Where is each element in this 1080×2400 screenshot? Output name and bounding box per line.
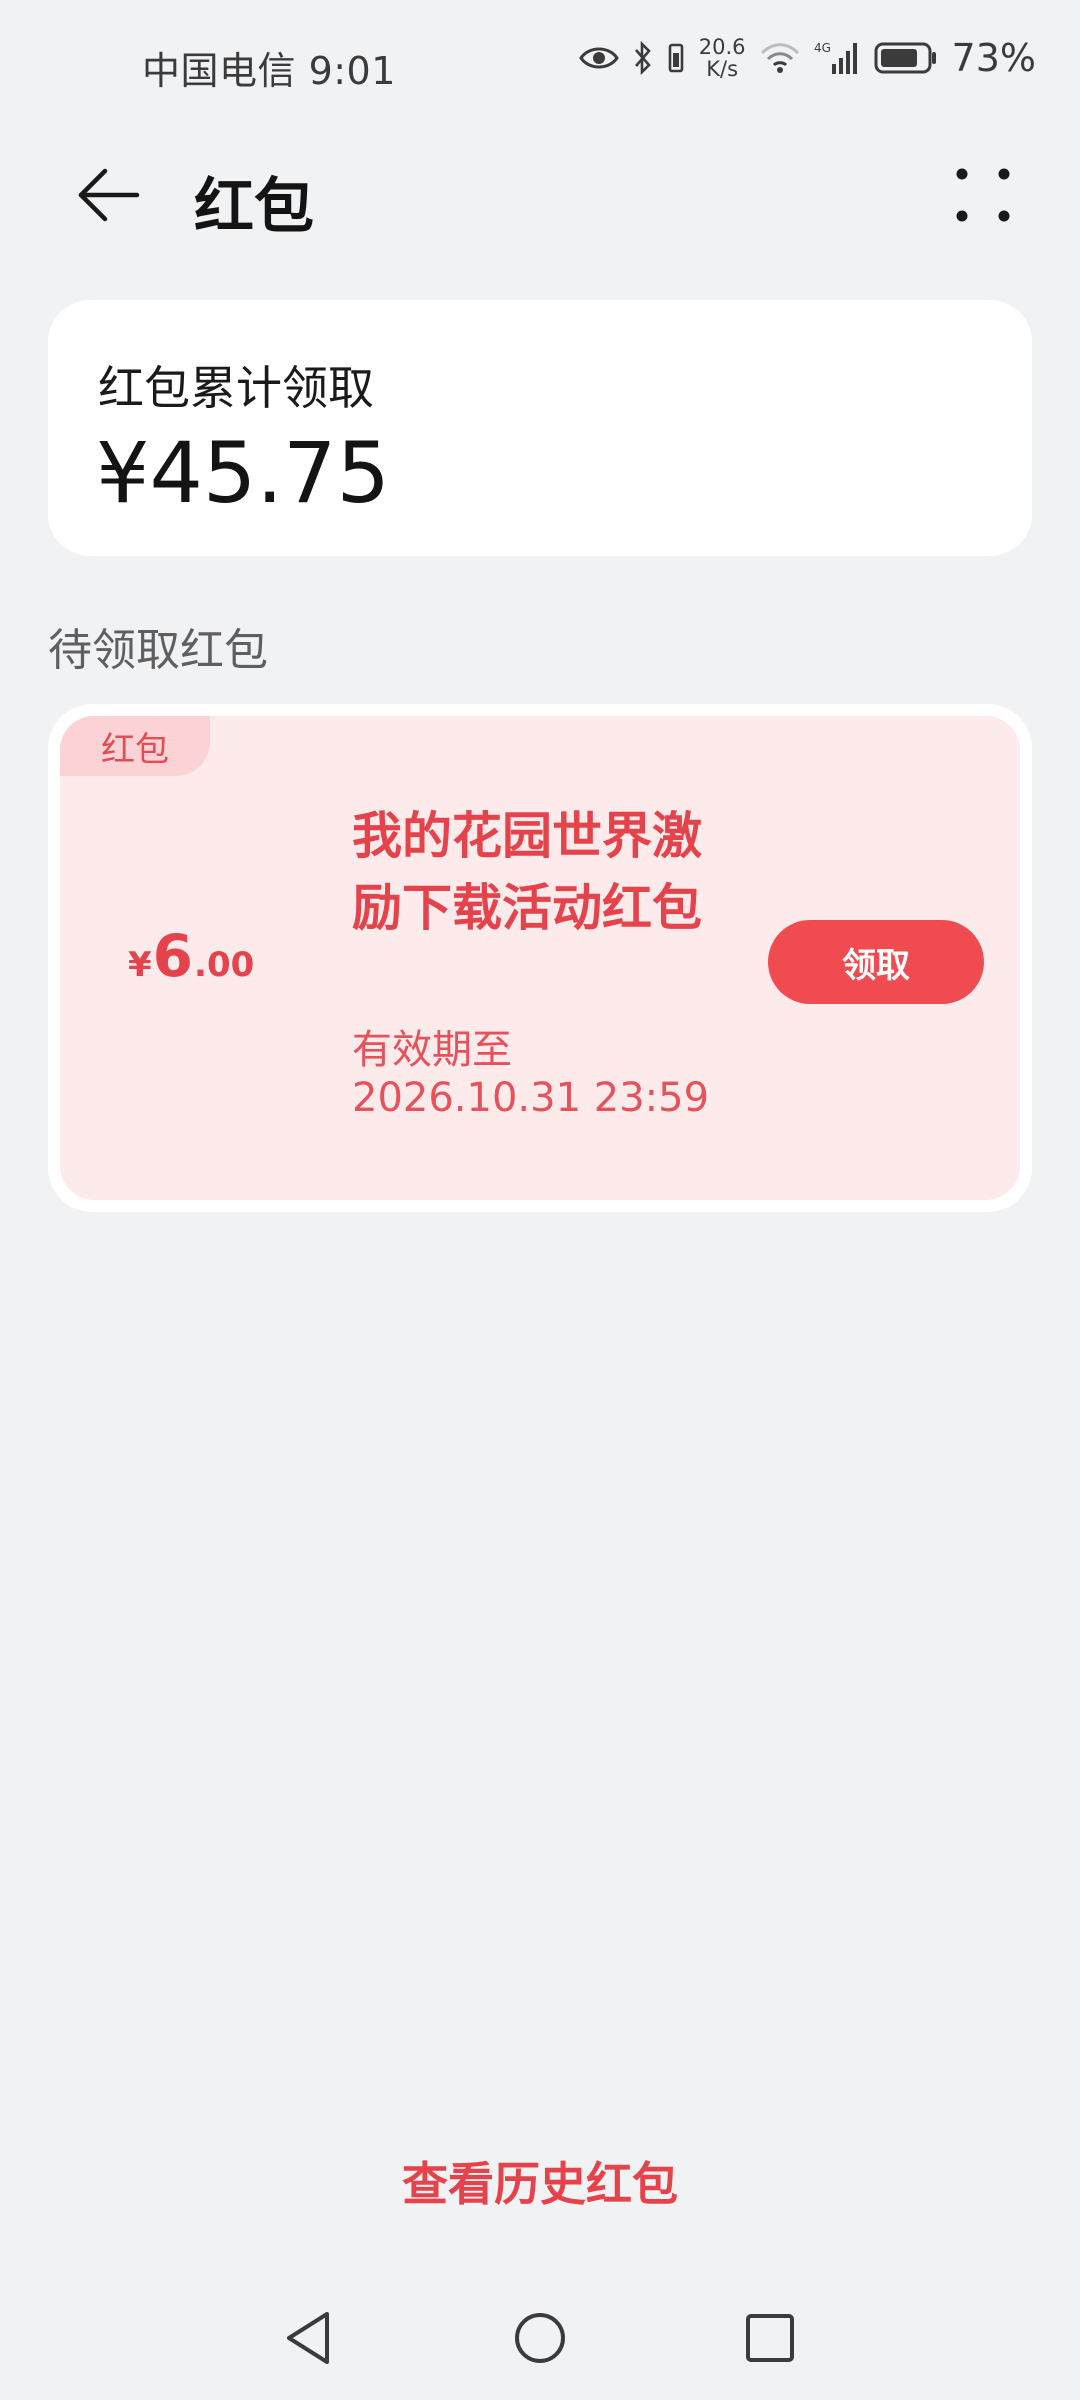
page-title: 红包 — [194, 172, 314, 242]
app-header: 红包 — [0, 140, 1080, 250]
nav-back-button[interactable] — [278, 2310, 338, 2370]
more-options-button[interactable] — [948, 160, 1018, 232]
red-packet-body: 红包 ¥ 6 .00 我的花园世界激励下载活动红包 有效期至 2026.10.3… — [60, 716, 1020, 1200]
vibrate-icon — [667, 41, 685, 75]
bluetooth-icon — [633, 41, 653, 75]
packet-amount: ¥ 6 .00 — [128, 922, 254, 990]
nav-home-button[interactable] — [510, 2310, 570, 2370]
view-history-link[interactable]: 查看历史红包 — [0, 2148, 1080, 2214]
signal-icon: 4G — [814, 40, 860, 76]
net-speed-unit: K/s — [706, 57, 739, 81]
amount-decimal: .00 — [194, 945, 255, 985]
packet-type-tag: 红包 — [60, 716, 210, 776]
eye-icon — [578, 45, 619, 71]
nav-recents-icon — [744, 2312, 796, 2368]
status-bar: 中国电信 9:01 20.6 K/s 4G 73% — [0, 0, 1080, 130]
total-received-amount: ¥45.75 — [96, 424, 390, 522]
red-packet-card: 红包 ¥ 6 .00 我的花园世界激励下载活动红包 有效期至 2026.10.3… — [48, 704, 1032, 1212]
status-icons: 20.6 K/s 4G 73% — [578, 36, 1036, 80]
carrier-time: 中国电信 9:01 — [142, 49, 396, 93]
amount-integer: 6 — [152, 922, 194, 990]
battery-percent: 73% — [951, 36, 1036, 80]
net-speed-value: 20.6 — [698, 35, 746, 59]
total-received-card: 红包累计领取 ¥45.75 — [48, 300, 1032, 556]
packet-title: 我的花园世界激励下载活动红包 — [352, 807, 702, 937]
more-dots-icon — [948, 168, 1018, 236]
system-nav-bar — [0, 2300, 1080, 2380]
back-button[interactable] — [66, 162, 150, 232]
pending-packets-heading: 待领取红包 — [48, 625, 268, 676]
back-arrow-icon — [75, 167, 141, 227]
network-type: 4G — [814, 41, 831, 55]
wifi-icon — [760, 41, 800, 75]
packet-expiry: 有效期至 2026.10.31 23:59 — [352, 1027, 710, 1121]
total-received-label: 红包累计领取 — [98, 361, 374, 415]
nav-home-icon — [512, 2310, 568, 2370]
claim-button[interactable]: 领取 — [768, 920, 984, 1004]
nav-recents-button[interactable] — [740, 2310, 800, 2370]
currency-symbol: ¥ — [128, 945, 152, 985]
nav-back-icon — [283, 2310, 333, 2370]
battery-icon — [874, 41, 938, 75]
net-speed: 20.6 K/s — [699, 36, 746, 80]
